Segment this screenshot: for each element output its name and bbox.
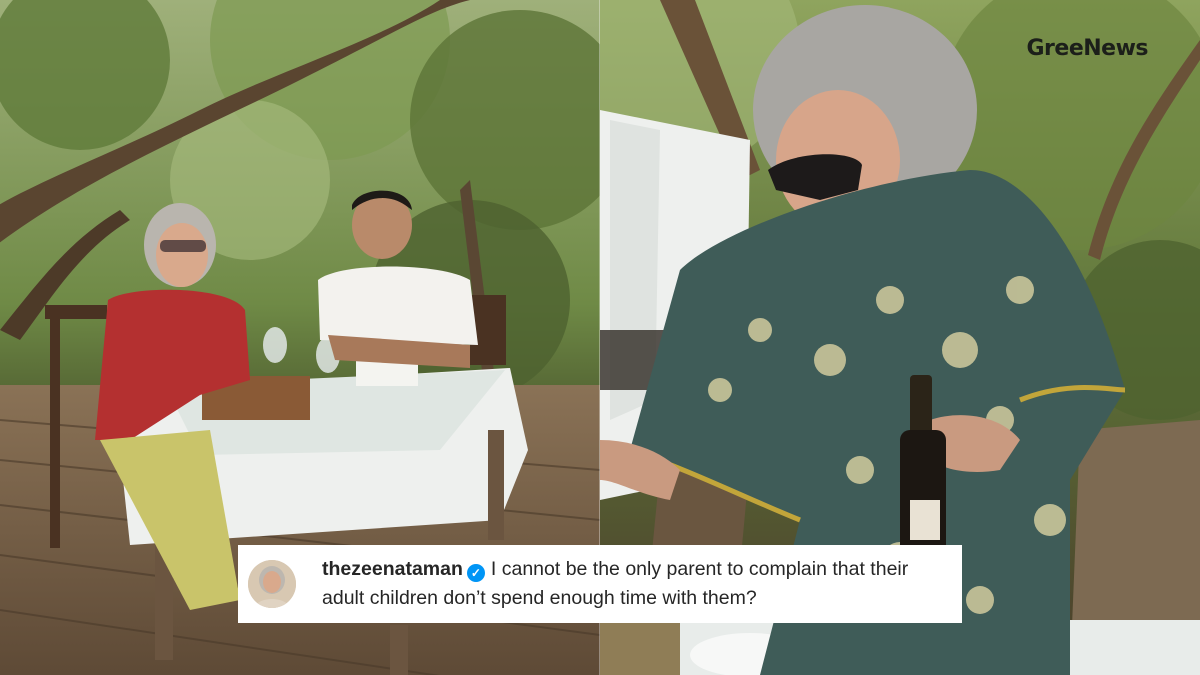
post-caption-text: thezeenataman ✓ I cannot be the only paren…	[322, 555, 948, 613]
post-caption-card: thezeenataman ✓ I cannot be the only paren…	[238, 545, 962, 623]
avatar-photo	[248, 560, 296, 608]
verified-badge-icon: ✓	[466, 564, 485, 582]
avatar[interactable]	[248, 560, 296, 608]
brand-watermark-text: GreeNews	[1026, 36, 1148, 61]
brand-watermark: GreeNews	[1026, 36, 1148, 61]
collage: GreeNews thezeenataman ✓ I cannot be the o…	[0, 0, 1200, 675]
post-author-handle[interactable]: thezeenataman	[322, 558, 463, 580]
